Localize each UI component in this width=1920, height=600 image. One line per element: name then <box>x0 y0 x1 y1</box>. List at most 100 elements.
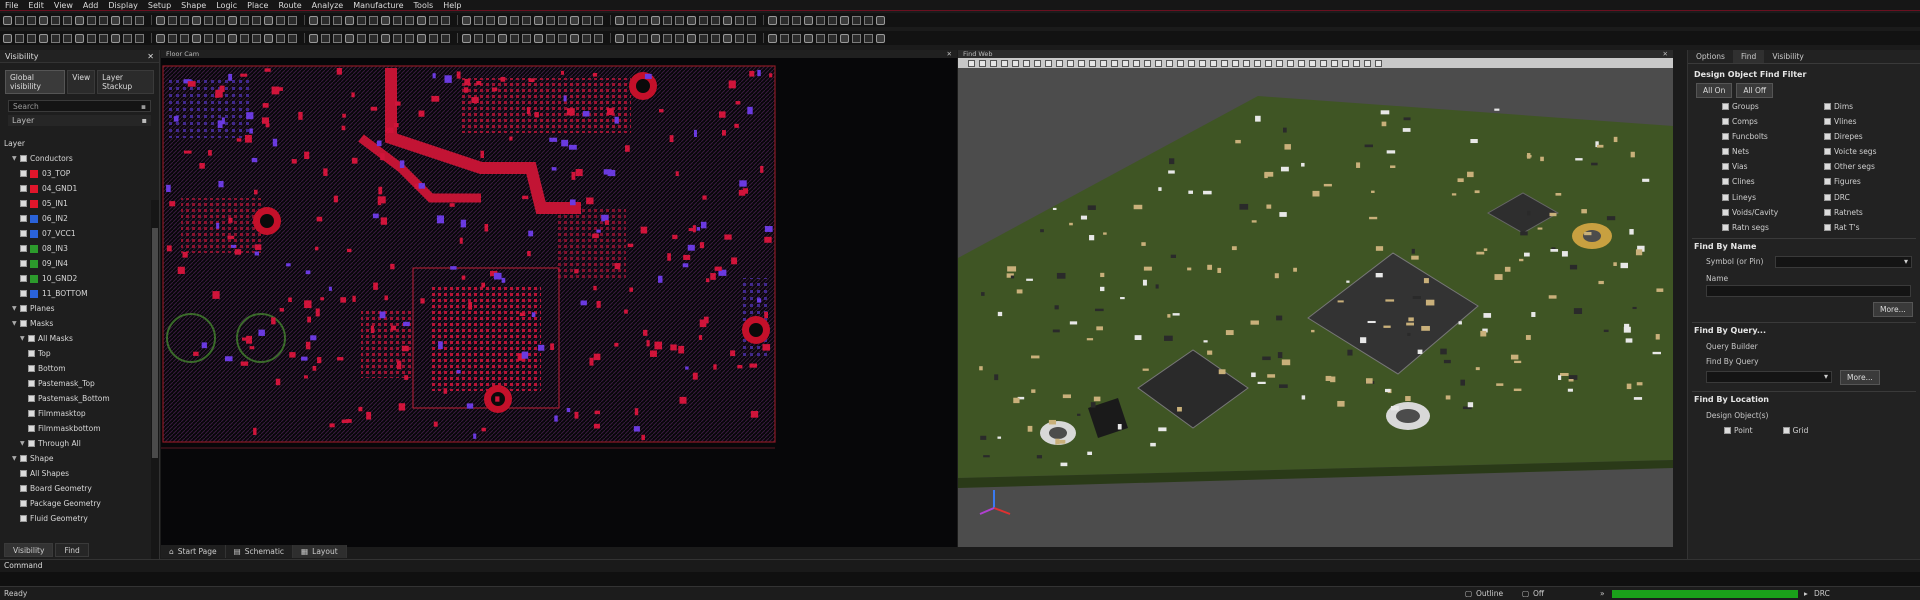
filter-checkbox[interactable] <box>1722 178 1729 186</box>
toolbar-button-icon[interactable] <box>747 15 756 25</box>
menu-help[interactable]: Help <box>438 0 466 11</box>
pin-icon[interactable]: ▪ <box>142 116 147 125</box>
3d-toolbar-button-icon[interactable] <box>1122 59 1129 67</box>
3d-toolbar-button-icon[interactable] <box>1320 59 1327 67</box>
toolbar-button-icon[interactable] <box>15 33 24 43</box>
visibility-checkbox[interactable] <box>20 500 27 507</box>
toolbar-button-icon[interactable] <box>333 33 342 43</box>
3d-toolbar-button-icon[interactable] <box>968 59 975 67</box>
toolbar-button-icon[interactable] <box>663 33 672 43</box>
toolbar-button-icon[interactable] <box>264 33 273 43</box>
layer-color-swatch[interactable] <box>30 289 38 298</box>
menu-file[interactable]: File <box>0 0 23 11</box>
3d-toolbar-button-icon[interactable] <box>1111 59 1118 67</box>
tab-find[interactable]: Find <box>55 543 89 557</box>
toolbar-button-icon[interactable] <box>168 33 177 43</box>
filter-checkbox[interactable] <box>1824 117 1831 125</box>
toolbar-button-icon[interactable] <box>735 15 744 25</box>
filter-checkbox-item[interactable]: Lineys <box>1722 192 1824 202</box>
toolbar-button-icon[interactable] <box>723 33 732 43</box>
3d-toolbar-button-icon[interactable] <box>1298 59 1305 67</box>
layer-tree-row[interactable]: Pastemask_Bottom <box>0 391 150 406</box>
tab-schematic[interactable]: ▤ Schematic <box>225 545 294 558</box>
toolbar-button-icon[interactable] <box>345 15 354 25</box>
tab-layer-stackup[interactable]: Layer Stackup <box>97 70 154 94</box>
filter-checkbox-item[interactable]: DRC <box>1824 192 1920 202</box>
toolbar-button-icon[interactable] <box>252 15 261 25</box>
close-icon[interactable]: ✕ <box>1663 50 1668 58</box>
toolbar-button-icon[interactable] <box>768 33 777 43</box>
layer-color-swatch[interactable] <box>30 274 38 283</box>
toolbar-button-icon[interactable] <box>792 33 801 43</box>
3d-toolbar-button-icon[interactable] <box>1023 59 1030 67</box>
toolbar-button-icon[interactable] <box>216 33 225 43</box>
visibility-checkbox[interactable] <box>20 470 27 477</box>
toolbar-button-icon[interactable] <box>594 33 603 43</box>
status-off[interactable]: Off <box>1533 587 1544 600</box>
toolbar-button-icon[interactable] <box>498 33 507 43</box>
toolbar-button-icon[interactable] <box>111 15 120 25</box>
filter-checkbox-item[interactable]: Vias <box>1722 162 1824 172</box>
layer-color-swatch[interactable] <box>30 229 38 238</box>
toolbar-button-icon[interactable] <box>369 33 378 43</box>
visibility-checkbox[interactable] <box>20 275 27 282</box>
toolbar-button-icon[interactable] <box>51 15 60 25</box>
toolbar-button-icon[interactable] <box>288 33 297 43</box>
toolbar-button-icon[interactable] <box>522 33 531 43</box>
visibility-checkbox[interactable] <box>28 440 35 447</box>
toolbar-button-icon[interactable] <box>51 33 60 43</box>
visibility-checkbox[interactable] <box>20 455 27 462</box>
toolbar-button-icon[interactable] <box>546 33 555 43</box>
toolbar-button-icon[interactable] <box>828 15 837 25</box>
toolbar-button-icon[interactable] <box>87 33 96 43</box>
3d-toolbar-button-icon[interactable] <box>1100 59 1107 67</box>
filter-checkbox-item[interactable]: Other segs <box>1824 162 1920 172</box>
3d-toolbar-button-icon[interactable] <box>1056 59 1063 67</box>
3d-toolbar-button-icon[interactable] <box>1177 59 1184 67</box>
layer-tree-row[interactable]: 04_GND1 <box>0 181 150 196</box>
status-drc[interactable]: DRC <box>1814 587 1830 600</box>
toolbar-button-icon[interactable] <box>864 15 873 25</box>
toolbar-button-icon[interactable] <box>63 33 72 43</box>
toolbar-button-icon[interactable] <box>156 33 165 43</box>
visibility-checkbox[interactable] <box>28 350 35 357</box>
toolbar-button-icon[interactable] <box>252 33 261 43</box>
tab-view[interactable]: View <box>67 70 96 94</box>
visibility-checkbox[interactable] <box>20 230 27 237</box>
toolbar-button-icon[interactable] <box>288 15 297 25</box>
tab-visibility[interactable]: Visibility <box>4 543 54 557</box>
3d-toolbar-button-icon[interactable] <box>1001 59 1008 67</box>
menu-edit[interactable]: Edit <box>23 0 49 11</box>
toolbar-button-icon[interactable] <box>381 15 390 25</box>
3d-canvas[interactable] <box>958 68 1673 547</box>
scrollbar-thumb[interactable] <box>152 228 158 458</box>
layer-tree-row[interactable]: ▼ All Masks <box>0 331 150 346</box>
3d-toolbar-button-icon[interactable] <box>1353 59 1360 67</box>
menu-shape[interactable]: Shape <box>176 0 211 11</box>
outline-icon[interactable]: ▢ <box>1465 587 1472 600</box>
filter-checkbox[interactable] <box>1722 132 1729 140</box>
toolbar-button-icon[interactable] <box>204 33 213 43</box>
layer-tree-row[interactable]: 09_IN4 <box>0 256 150 271</box>
toolbar-button-icon[interactable] <box>711 33 720 43</box>
filter-checkbox[interactable] <box>1722 208 1729 216</box>
toolbar-button-icon[interactable] <box>816 15 825 25</box>
toolbar-button-icon[interactable] <box>441 15 450 25</box>
toolbar-button-icon[interactable] <box>615 15 624 25</box>
toolbar-button-icon[interactable] <box>393 33 402 43</box>
filter-checkbox-item[interactable]: Ratnets <box>1824 207 1920 217</box>
toolbar-button-icon[interactable] <box>570 15 579 25</box>
toolbar-button-icon[interactable] <box>570 33 579 43</box>
layer-tree-row[interactable]: Fluid Geometry <box>0 511 150 526</box>
toolbar-button-icon[interactable] <box>780 33 789 43</box>
layer-tree-row[interactable]: ▼ Through All <box>0 436 150 451</box>
layer-color-swatch[interactable] <box>30 169 38 178</box>
3d-toolbar-button-icon[interactable] <box>990 59 997 67</box>
toolbar-button-icon[interactable] <box>27 33 36 43</box>
toolbar-button-icon[interactable] <box>276 15 285 25</box>
toolbar-button-icon[interactable] <box>687 15 696 25</box>
3d-toolbar-button-icon[interactable] <box>1133 59 1140 67</box>
all-on-button[interactable]: All On <box>1696 83 1733 98</box>
toolbar-button-icon[interactable] <box>429 15 438 25</box>
toolbar-button-icon[interactable] <box>321 33 330 43</box>
